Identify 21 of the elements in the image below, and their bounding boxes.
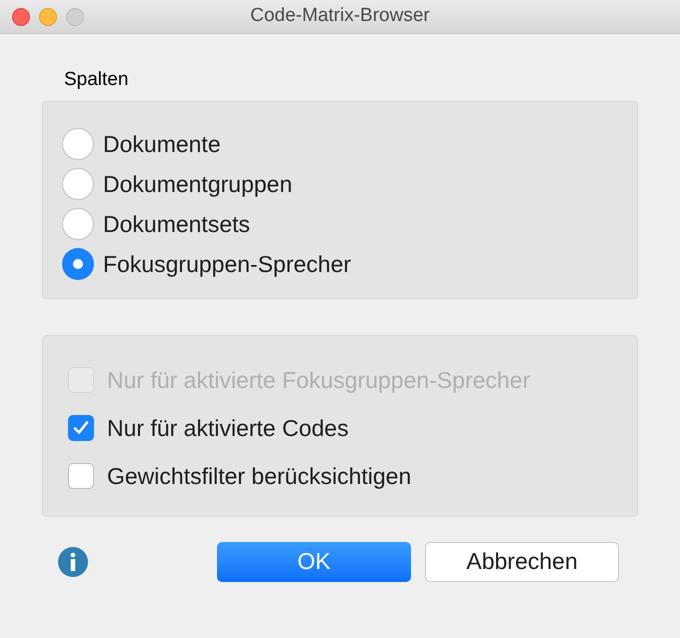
close-button[interactable] xyxy=(12,8,30,26)
window-title: Code-Matrix-Browser xyxy=(250,4,430,28)
minimize-button[interactable] xyxy=(39,8,57,26)
cancel-button[interactable]: Abbrechen xyxy=(425,542,619,582)
radio-button[interactable] xyxy=(62,208,94,240)
radio-label: Fokusgruppen-Sprecher xyxy=(103,250,352,279)
checkbox-label: Gewichtsfilter berücksichtigen xyxy=(107,462,412,490)
checkbox-label: Nur für aktivierte Codes xyxy=(107,414,349,442)
checkmark-icon xyxy=(72,418,90,436)
radio-button[interactable] xyxy=(62,128,94,160)
radio-button[interactable] xyxy=(62,248,94,280)
radio-label: Dokumentsets xyxy=(103,210,250,238)
zoom-button[interactable] xyxy=(66,8,84,26)
radio-label: Dokumentgruppen xyxy=(103,170,292,199)
radio-label: Dokumente xyxy=(103,130,221,158)
ok-button[interactable]: OK xyxy=(217,542,411,582)
radio-button[interactable] xyxy=(62,168,94,200)
checkbox[interactable] xyxy=(68,414,94,440)
info-icon[interactable] xyxy=(58,546,88,576)
checkbox[interactable] xyxy=(68,462,94,488)
group-label: Spalten xyxy=(64,68,130,92)
